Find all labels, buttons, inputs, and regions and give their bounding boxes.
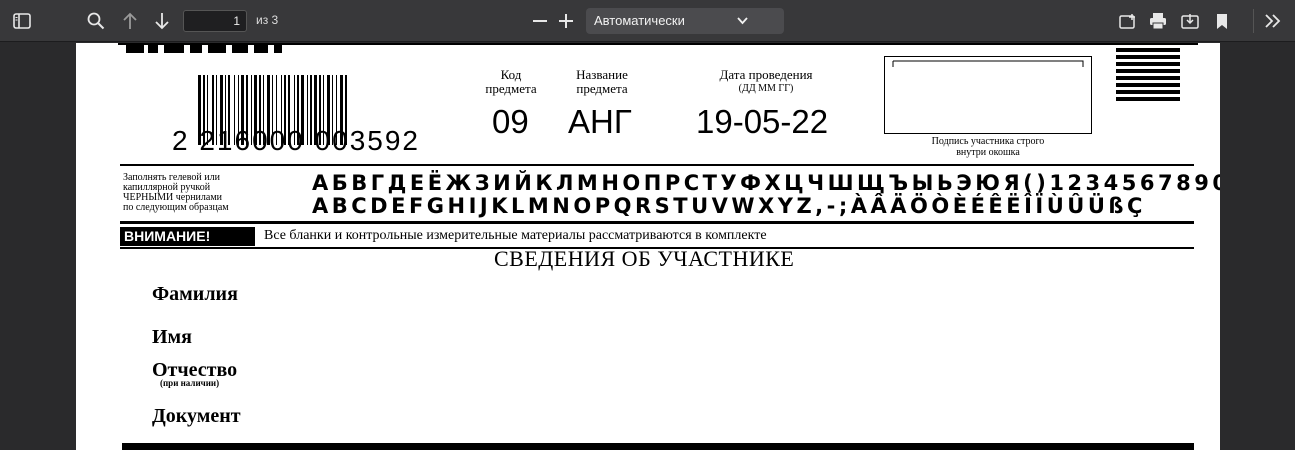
cut-barcode-fragment [274,45,282,53]
minus-icon[interactable] [530,11,550,31]
exam-date-label: Дата проведения (ДД ММ ГГ) [696,68,836,96]
print-icon[interactable] [1148,11,1168,31]
field-label-surname: Фамилия [152,283,238,305]
exam-date-value: 19-05-22 [696,103,829,140]
fill-instructions-line: по следующим образцам [123,202,229,213]
toolbar-divider [1253,9,1254,33]
marker-stripe [1116,55,1180,59]
marker-stripe [1116,48,1180,52]
signature-label-line: внутри окошка [956,147,1020,158]
marker-stripe [1116,83,1180,87]
exam-date-label-line: Дата проведения [719,67,813,82]
subject-code-label: Код предмета [476,68,546,96]
bookmark-icon[interactable] [1212,11,1232,31]
marker-stripes [1116,48,1180,104]
cut-barcode-fragment [164,45,184,53]
divider-line [120,164,1194,166]
marker-stripe [1116,69,1180,73]
arrow-down-icon[interactable] [152,11,172,31]
barcode-number: 2 216000 003592 [172,125,420,156]
signature-box [884,56,1092,134]
fill-instructions: Заполнять гелевой или капиллярной ручкой… [123,173,229,213]
sidebar-toggle-icon[interactable] [12,11,32,31]
subject-code-label-line: Код [500,67,522,82]
marker-stripe [1116,76,1180,80]
chevron-down-icon [737,8,748,35]
cut-barcode-fragment [232,45,248,53]
pdf-page: 2 216000 003592 Код предмета Название пр… [76,43,1220,450]
subject-code-value: 09 [492,103,529,140]
cut-barcode-fragment [190,45,202,53]
document-viewer[interactable]: 2 216000 003592 Код предмета Название пр… [8,43,1286,450]
more-tools-icon[interactable] [1262,11,1284,31]
divider-line [120,221,1194,224]
exam-date-format: (ДД ММ ГГ) [738,83,794,94]
marker-stripe [1116,62,1180,66]
save-icon[interactable] [1180,11,1200,31]
signature-label-line: Подпись участника строго [931,136,1045,147]
plus-icon[interactable] [556,11,576,31]
search-icon[interactable] [86,11,106,31]
field-note-patronymic: (при наличии) [160,378,220,388]
cut-barcode-fragment [208,45,226,53]
page-count-label: из 3 [256,13,279,27]
page-bottom-bar [122,443,1194,450]
warning-text: Все бланки и контрольные измерительные м… [264,228,767,243]
subject-name-value: АНГ [568,103,632,140]
field-label-document: Документ [152,405,241,427]
subject-name-label-line: предмета [576,81,628,96]
marker-stripe [1116,90,1180,94]
pdf-toolbar: 1 из 3 Автоматически [0,0,1295,42]
section-title: СВЕДЕНИЯ ОБ УЧАСТНИКЕ [494,246,795,271]
subject-name-label: Название предмета [562,68,642,96]
cut-barcode-fragment [126,45,144,53]
field-label-name: Имя [152,326,192,348]
signature-label: Подпись участника строго внутри окошка [884,136,1092,158]
open-file-icon[interactable] [1118,11,1138,31]
sample-alphabet-cyrillic: АБВГДЕЁЖЗИЙКЛМНОПРСТУФХЦЧШЩЪЫЬЭЮЯ()12345… [312,171,1220,195]
page-number-input[interactable]: 1 [183,10,247,32]
zoom-select[interactable]: Автоматически [586,8,784,34]
warning-badge: ВНИМАНИЕ! [120,227,255,246]
zoom-select-value: Автоматически [594,13,685,28]
cut-barcode-fragment [148,45,158,53]
marker-stripe [1116,97,1180,101]
arrow-up-icon[interactable] [120,11,140,31]
cut-barcode-fragment [254,45,268,53]
subject-name-label-line: Название [576,67,628,82]
subject-code-label-line: предмета [485,81,537,96]
sample-alphabet-latin: ABCDEFGHIJKLMNOPQRSTUVWXYZ,-;ÀÂÄÖÒÈÉÊËÎÏ… [312,194,1146,218]
